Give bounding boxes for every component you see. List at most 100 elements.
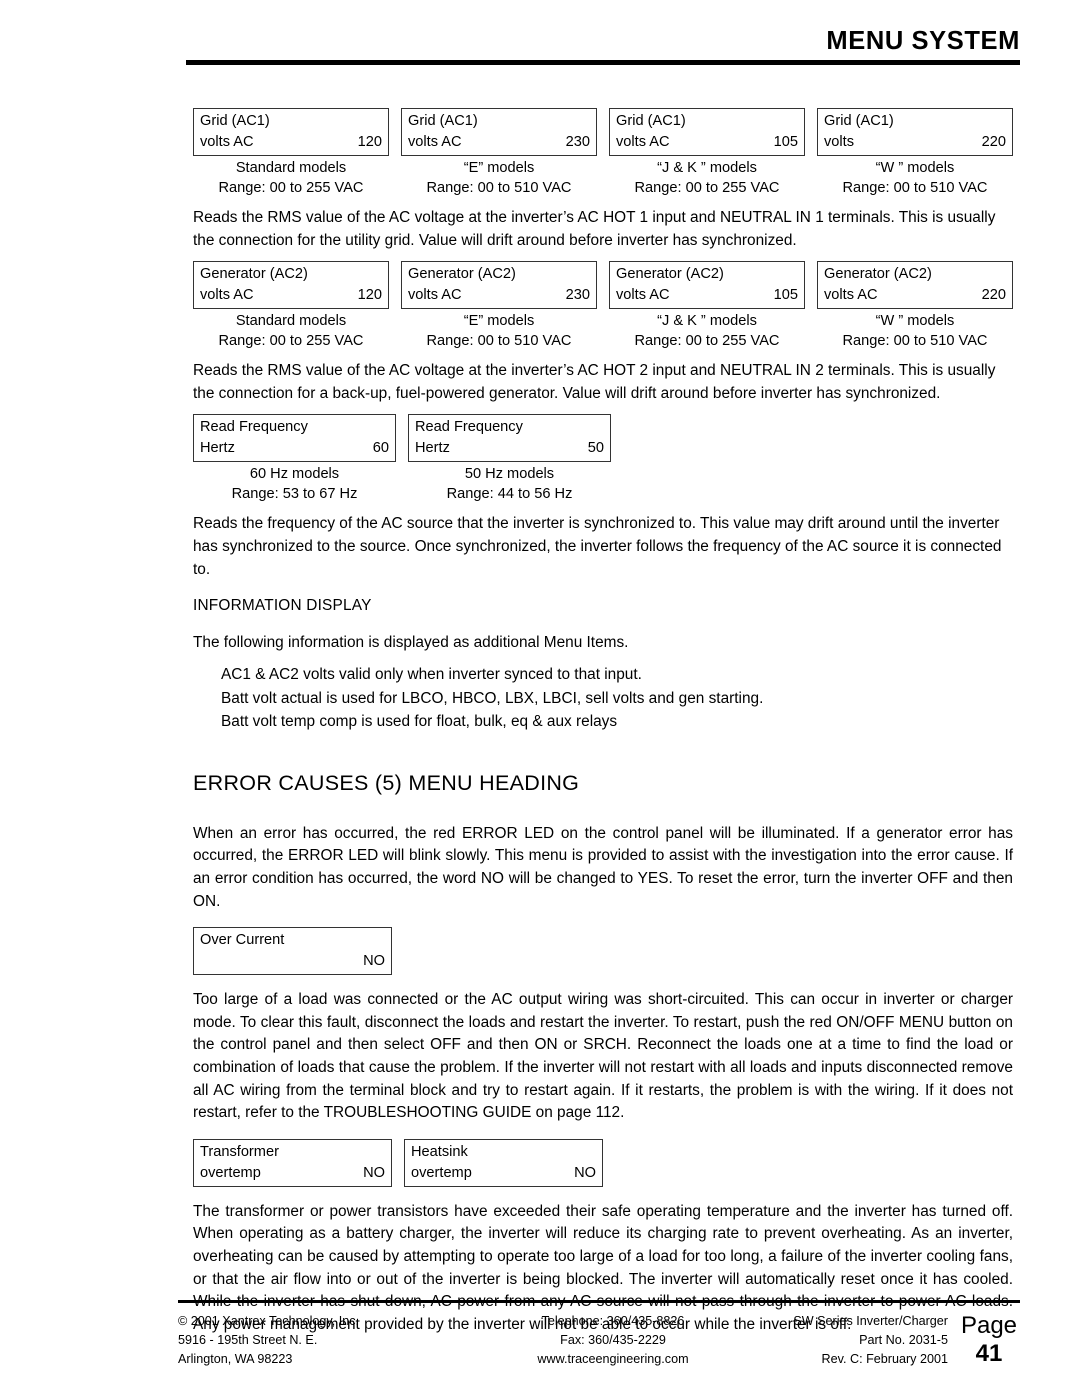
lcd-value: 105 [773,287,798,304]
lcd-display: Read Frequency Hertz 50 [408,414,611,463]
footer-product-name: SW Series Inverter/Charger [793,1314,948,1329]
lcd-value: 120 [357,287,382,304]
lcd-title: Generator (AC2) [616,266,724,283]
caption-line-2: Range: 00 to 510 VAC [842,332,988,349]
box-caption: Standard models Range: 00 to 255 VAC [193,156,389,198]
lcd-label: volts AC [408,287,462,304]
page-header: MENU SYSTEM [186,28,1020,65]
lcd-value-row: volts AC 220 [824,285,1006,306]
lcd-label: overtemp [411,1164,472,1181]
page-header-title: MENU SYSTEM [826,27,1020,55]
read-frequency-box-0: Read Frequency Hertz 60 60 Hz models Ran… [193,414,396,504]
generator-ac2-box-3: Generator (AC2) volts AC 220 “W ” models… [817,261,1013,351]
list-item: AC1 & AC2 volts valid only when inverter… [221,666,642,684]
box-caption: “E” models Range: 00 to 510 VAC [401,309,597,351]
caption-line-1: “J & K ” models [657,313,757,330]
lcd-value-row: volts AC 230 [408,285,590,306]
lcd-display: Generator (AC2) volts AC 220 [817,261,1013,310]
box-caption: “J & K ” models Range: 00 to 255 VAC [609,156,805,198]
grid-ac1-box-1: Grid (AC1) volts AC 230 “E” models Range… [401,108,597,198]
lcd-value: 120 [357,134,382,150]
footer-page-block: Page 41 [948,1312,1020,1368]
read-frequency-box-1: Read Frequency Hertz 50 50 Hz models Ran… [408,414,611,504]
lcd-value-row: overtemp NO [411,1163,596,1184]
box-caption: 50 Hz models Range: 44 to 56 Hz [408,462,611,504]
list-item: Batt volt temp comp is used for float, b… [221,713,618,731]
lcd-value-row: Hertz 50 [415,438,604,459]
lcd-title: Generator (AC2) [408,266,516,283]
caption-line-2: Range: 53 to 67 Hz [231,485,358,502]
caption-line-2: Range: 00 to 255 VAC [218,179,364,196]
lcd-value: 60 [372,440,389,457]
lcd-value-row: overtemp NO [200,1163,385,1184]
lcd-title: Read Frequency [200,419,308,436]
footer-part-number: Part No. 2031-5 [859,1333,948,1348]
footer-page-number: 41 [975,1340,1003,1368]
generator-ac2-box-1: Generator (AC2) volts AC 230 “E” models … [401,261,597,351]
footer-copyright: © 2001 Xantrex Technology, Inc. [178,1314,360,1329]
caption-line-2: Range: 00 to 255 VAC [634,332,780,349]
page-footer: © 2001 Xantrex Technology, Inc. 5916 - 1… [178,1300,1020,1369]
lcd-title: Grid (AC1) [616,113,686,129]
lcd-display: Grid (AC1) volts AC 105 [609,108,805,156]
lcd-title: Generator (AC2) [200,266,308,283]
overtemp-box-heatsink: Heatsink overtemp NO [404,1138,603,1187]
document-content: Grid (AC1) volts AC 120 Standard models … [193,108,1013,1336]
lcd-label: volts AC [616,134,670,150]
grid-ac1-box-0: Grid (AC1) volts AC 120 Standard models … [193,108,389,198]
lcd-title: Read Frequency [415,419,523,436]
footer-telephone: Telephone: 360/435-8826 [541,1314,685,1329]
error-causes-heading: ERROR CAUSES (5) MENU HEADING [193,770,580,795]
generator-ac2-box-row: Generator (AC2) volts AC 120 Standard mo… [193,261,1013,351]
information-display-intro: The following information is displayed a… [193,633,629,651]
footer-revision: Rev. C: February 2001 [821,1352,948,1367]
caption-line-1: “E” models [463,313,535,330]
generator-ac2-box-2: Generator (AC2) volts AC 105 “J & K ” mo… [609,261,805,351]
lcd-label: volts AC [200,287,254,304]
list-item: Batt volt actual is used for LBCO, HBCO,… [221,689,764,707]
lcd-value-row: NO [200,951,385,972]
lcd-display: Grid (AC1) volts 220 [817,108,1013,156]
over-current-paragraph: Too large of a load was connected or the… [193,991,1013,1122]
read-frequency-box-row: Read Frequency Hertz 60 60 Hz models Ran… [193,414,1013,504]
lcd-value-row: volts AC 105 [616,132,798,153]
lcd-display: Generator (AC2) volts AC 120 [193,261,389,310]
lcd-display: Generator (AC2) volts AC 230 [401,261,597,310]
box-caption: Standard models Range: 00 to 255 VAC [193,309,389,351]
overtemp-box-transformer: Transformer overtemp NO [193,1138,392,1187]
lcd-value: 230 [565,287,590,304]
lcd-value: 220 [981,287,1006,304]
lcd-title: Heatsink [411,1143,468,1160]
lcd-label: volts AC [200,134,254,150]
lcd-title: Over Current [200,932,285,949]
lcd-title: Grid (AC1) [824,113,894,129]
lcd-value: NO [363,953,385,970]
footer-company-block: © 2001 Xantrex Technology, Inc. 5916 - 1… [178,1312,478,1369]
information-display-list: AC1 & AC2 volts valid only when inverter… [193,663,1013,734]
lcd-label: overtemp [200,1164,261,1181]
footer-product-block: SW Series Inverter/Charger Part No. 2031… [748,1312,948,1369]
box-caption: “W ” models Range: 00 to 510 VAC [817,156,1013,198]
footer-page-label: Page [960,1312,1018,1340]
lcd-display: Grid (AC1) volts AC 230 [401,108,597,156]
grid-ac1-box-2: Grid (AC1) volts AC 105 “J & K ” models … [609,108,805,198]
document-page: MENU SYSTEM Grid (AC1) volts AC 120 Stan… [0,0,1080,1397]
lcd-display: Generator (AC2) volts AC 105 [609,261,805,310]
lcd-display: Over Current NO [193,927,392,976]
box-caption: “J & K ” models Range: 00 to 255 VAC [609,309,805,351]
lcd-label: Hertz [200,440,235,457]
lcd-display: Read Frequency Hertz 60 [193,414,396,463]
grid-ac1-box-row: Grid (AC1) volts AC 120 Standard models … [193,108,1013,198]
lcd-value: 230 [565,134,590,150]
lcd-value: 105 [773,134,798,150]
generator-ac2-paragraph: Reads the RMS value of the AC voltage at… [193,362,996,402]
footer-contact-block: Telephone: 360/435-8826 Fax: 360/435-222… [478,1312,748,1369]
footer-website[interactable]: www.traceengineering.com [478,1350,748,1369]
lcd-label: volts AC [616,287,670,304]
caption-line-2: Range: 00 to 510 VAC [842,179,988,196]
caption-line-1: 50 Hz models [464,466,555,483]
caption-line-1: “W ” models [875,313,955,330]
box-caption: 60 Hz models Range: 53 to 67 Hz [193,462,396,504]
lcd-title: Transformer [200,1143,279,1160]
over-current-box: Over Current NO [193,927,392,976]
